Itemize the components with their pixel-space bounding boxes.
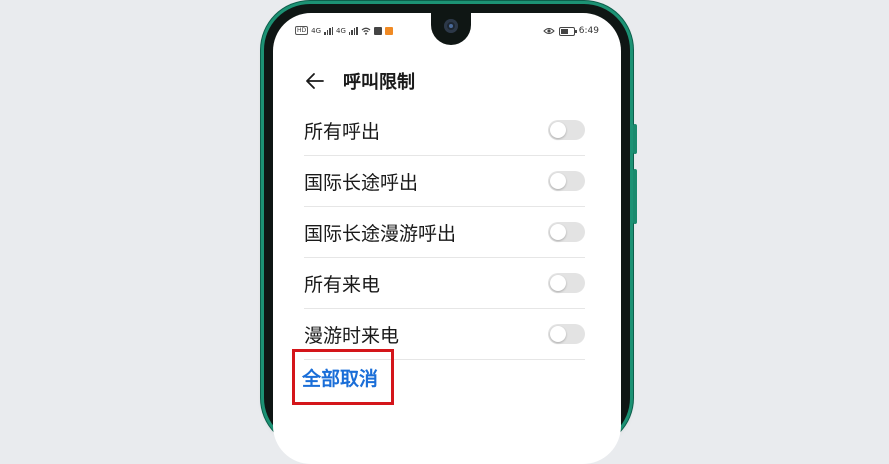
setting-label: 所有来电 [304, 273, 381, 296]
front-camera-icon [444, 19, 458, 33]
setting-row-all-incoming[interactable]: 所有来电 [304, 258, 585, 309]
notch [431, 13, 471, 45]
status-bar-right: 6:49 [543, 26, 599, 36]
network-type-2: 4G [336, 26, 346, 35]
all-outgoing-toggle[interactable] [548, 120, 585, 140]
setting-row-international-outgoing[interactable]: 国际长途呼出 [304, 156, 585, 207]
wifi-icon [361, 27, 371, 35]
signal-icon-2 [348, 26, 358, 35]
setting-row-all-outgoing[interactable]: 所有呼出 [304, 105, 585, 156]
back-arrow-icon[interactable] [303, 69, 327, 93]
network-type: 4G [311, 26, 322, 35]
battery-icon [558, 26, 577, 36]
notification-icon [373, 26, 382, 35]
power-button [633, 169, 637, 224]
volume-button [633, 124, 637, 154]
page-header: 呼叫限制 [303, 68, 415, 94]
setting-label: 国际长途漫游呼出 [304, 222, 457, 245]
app-notification-icon [384, 26, 393, 35]
page-title: 呼叫限制 [343, 72, 415, 93]
signal-icon [324, 26, 334, 35]
setting-label: 漫游时来电 [304, 324, 400, 347]
setting-label: 国际长途呼出 [304, 171, 419, 194]
eye-comfort-icon [543, 28, 555, 34]
international-roaming-outgoing-toggle[interactable] [548, 222, 585, 242]
roaming-incoming-toggle[interactable] [548, 324, 585, 344]
call-barring-list: 所有呼出 国际长途呼出 国际长途漫游呼出 所有来电 漫游时来电 [304, 105, 585, 360]
cancel-all-button[interactable]: 全部取消 [302, 364, 378, 391]
setting-row-international-roaming-outgoing[interactable]: 国际长途漫游呼出 [304, 207, 585, 258]
clock: 6:49 [578, 26, 599, 36]
status-bar-left: HD 4G 4G [295, 26, 393, 35]
hd-badge: HD [295, 26, 309, 35]
international-outgoing-toggle[interactable] [548, 171, 585, 191]
all-incoming-toggle[interactable] [548, 273, 585, 293]
setting-label: 所有呼出 [304, 120, 381, 143]
